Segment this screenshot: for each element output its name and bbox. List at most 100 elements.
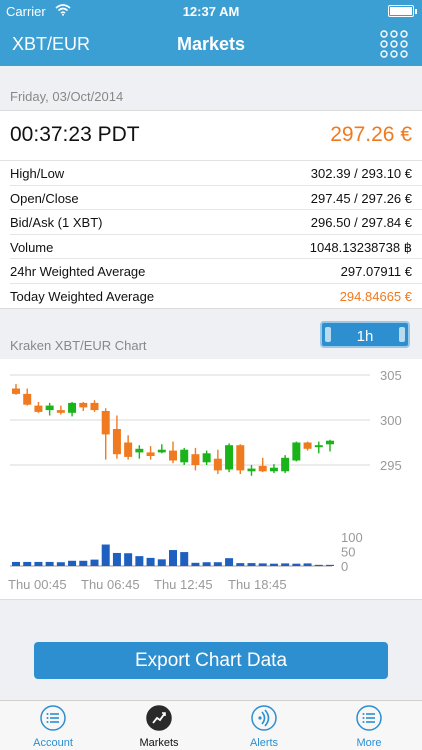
candle-body [258,465,267,472]
candle-body [314,445,323,448]
stat-row: Today Weighted Average 294.84665 € [10,284,422,309]
alert-signal-icon [251,705,277,731]
volume-bar [56,562,65,566]
status-time: 12:37 AM [182,4,240,19]
date-label: Friday, 03/Oct/2014 [10,89,124,104]
export-chart-data-button[interactable]: Export Chart Data [34,642,388,679]
stat-label: Bid/Ask (1 XBT) [10,215,103,230]
candle-body [23,393,32,405]
ticker-time: 00:37:23 PDT [10,123,140,146]
stat-value: 297.45 / 297.26 € [310,190,412,206]
volume-bar [202,562,211,566]
volume-bar [281,563,290,566]
tab-alerts[interactable]: Alerts [224,705,304,750]
volume-bar [146,557,155,566]
tab-label: Account [33,737,73,749]
candle-body [157,449,166,453]
tab-label: More [356,737,382,749]
candle-body [68,402,77,413]
battery-icon [388,5,417,17]
stat-value: 302.39 / 293.10 € [310,166,412,181]
candle-body [326,440,334,445]
volume-bar [45,561,54,566]
volume-bar [303,563,312,566]
volume-bar [258,563,267,566]
candle-body [56,410,65,413]
date-header: Friday, 03/Oct/2014 [0,66,422,110]
candle-body [101,411,110,435]
ticker-card: 00:37:23 PDT 297.26 € High/Low 302.39 / 2… [0,110,422,309]
volume-bar [236,563,245,566]
candle-body [90,402,99,411]
candle-body [191,454,200,465]
candle-body [12,388,20,394]
volume-bar [135,556,144,566]
x-tick-label: Thu 18:45 [228,577,287,592]
stat-value: 296.50 / 297.84 € [310,215,412,230]
ticker-price: 297.26 € [330,123,412,146]
tab-bar: Account Markets Alerts More [0,700,422,750]
volume-bar [326,564,334,566]
volume-bar [112,552,121,566]
volume-tick-label: 100 [341,530,363,545]
stat-label: Volume [10,239,54,255]
x-tick-label: Thu 00:45 [8,577,67,592]
chart-card: 305 300 295 100 50 0 Thu 00:45 Thu 06:45 Thu 12:… [0,359,422,600]
timeframe-button[interactable]: 1h [320,321,410,348]
candle-body [180,449,189,463]
page-title: Markets [176,34,246,54]
volume-bar [34,561,43,566]
volume-bar [180,552,189,566]
price-tick-label: 305 [380,368,402,383]
volume-bar [169,550,177,566]
status-bar: Carrier 12:37 AM [0,0,422,22]
volume-bar [68,560,77,566]
stat-row: High/Low 302.39 / 293.10 € [10,161,422,186]
volume-bar [157,559,166,566]
list-icon [40,705,66,731]
candle-body [124,442,133,457]
candle-body [169,450,177,461]
stat-label: High/Low [10,166,65,181]
stat-row: 24hr Weighted Average 297.07911 € [10,259,422,284]
volume-bar [101,544,110,566]
tab-account[interactable]: Account [13,705,93,750]
candle-body [79,402,88,408]
stat-row: Volume 1048.13238738 ฿ [10,235,422,259]
volume-bar [247,563,256,566]
candle-body [112,429,121,455]
ticker-row: 00:37:23 PDT 297.26 € [0,111,422,161]
grid-menu-icon[interactable] [378,28,410,60]
candle-body [269,467,278,472]
volume-bar [269,563,278,566]
volume-tick-label: 0 [341,559,348,574]
volume-bar [12,561,20,566]
volume-bar [90,559,99,566]
candle-body [34,405,43,412]
candle-body [247,468,256,472]
trend-chart-icon [146,705,172,731]
volume-bar [292,563,301,566]
candle-body [225,445,234,470]
volume-bar [124,553,133,566]
tab-label: Alerts [249,737,279,749]
nav-bar: XBT/EUR Markets [0,22,422,66]
list-icon [356,705,382,731]
volume-bar [225,558,234,566]
x-tick-label: Thu 12:45 [154,577,213,592]
volume-tick-label: 50 [341,545,355,560]
candle-body [281,457,290,472]
candle-body [303,442,312,449]
price-chart: 305 300 295 100500 Thu 00:45 Thu 06:45 Thu 12:… [8,368,402,592]
stat-value: 1048.13238738 ฿ [309,239,412,255]
tab-label: Markets [139,737,179,749]
volume-bar [23,561,32,566]
volume-bar [213,562,222,566]
volume-bar [79,560,88,566]
stat-label: Open/Close [10,190,79,206]
volume-bar [314,564,323,566]
stat-label: 24hr Weighted Average [10,264,146,279]
tab-more[interactable]: More [329,705,409,750]
tab-markets[interactable]: Markets [119,705,199,750]
stat-row: Open/Close 297.45 / 297.26 € [10,186,422,210]
